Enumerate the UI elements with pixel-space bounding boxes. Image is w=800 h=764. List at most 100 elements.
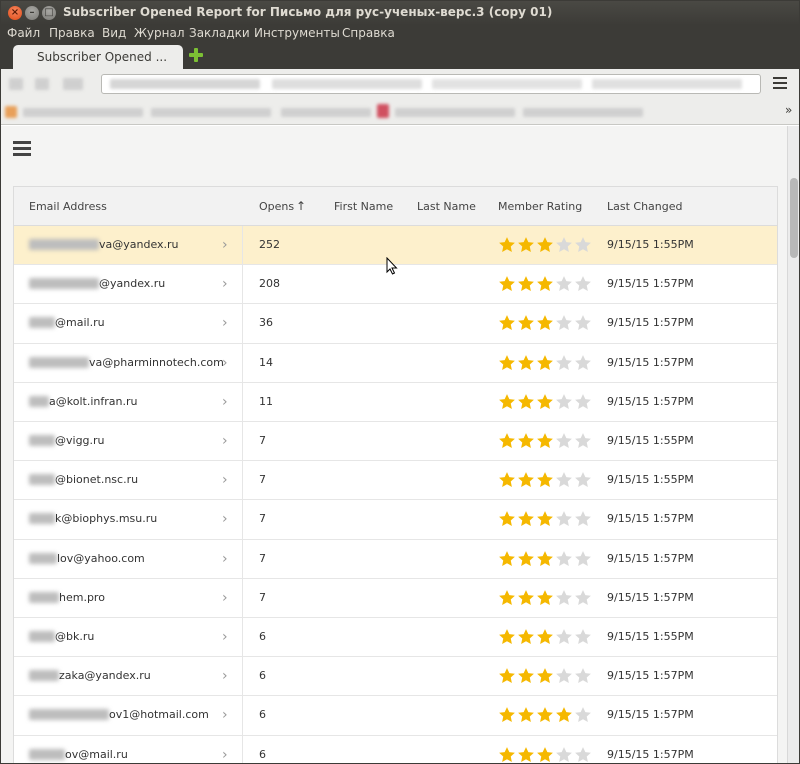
star-empty-icon: [556, 393, 572, 409]
email-cell[interactable]: ov@mail.ru ›: [14, 735, 243, 763]
chevron-right-icon[interactable]: ›: [222, 629, 228, 645]
email-cell[interactable]: @bionet.nsc.ru ›: [14, 461, 243, 500]
star-filled-icon: [499, 511, 515, 527]
header-first-name[interactable]: First Name: [334, 200, 393, 213]
star-filled-icon: [499, 472, 515, 488]
bookmark-item-blurred[interactable]: [395, 108, 515, 117]
search-field-blurred: [592, 79, 742, 89]
header-opens[interactable]: Opens: [259, 200, 294, 213]
chevron-right-icon[interactable]: ›: [222, 315, 228, 331]
menu-item-3[interactable]: Журнал: [134, 26, 185, 40]
maximize-window-button[interactable]: □: [42, 6, 56, 20]
table-row[interactable]: @bk.ru › 6 9/15/15 1:55PM: [14, 618, 777, 658]
email-cell[interactable]: lov@yahoo.com ›: [14, 539, 243, 578]
table-row[interactable]: @vigg.ru › 7 9/15/15 1:55PM: [14, 422, 777, 462]
bookmark-item-blurred[interactable]: [523, 108, 643, 117]
menu-item-1[interactable]: Правка: [49, 26, 95, 40]
back-icon[interactable]: [9, 78, 23, 90]
chevron-right-icon[interactable]: ›: [222, 590, 228, 606]
star-filled-icon: [499, 354, 515, 370]
table-row[interactable]: ov@mail.ru › 6 9/15/15 1:57PM: [14, 735, 777, 763]
email-cell[interactable]: va@yandex.ru ›: [14, 226, 243, 265]
app-menu-hamburger-icon[interactable]: [13, 141, 31, 157]
chevron-right-icon[interactable]: ›: [222, 355, 228, 371]
minimize-window-button[interactable]: –: [25, 6, 39, 20]
table-row[interactable]: a@kolt.infran.ru › 11 9/15/15 1:57PM: [14, 382, 777, 422]
email-redacted-blur: [29, 670, 59, 682]
email-cell[interactable]: hem.pro ›: [14, 578, 243, 617]
star-filled-icon: [518, 589, 534, 605]
email-cell[interactable]: zaka@yandex.ru ›: [14, 657, 243, 696]
table-row[interactable]: lov@yahoo.com › 7 9/15/15 1:57PM: [14, 539, 777, 579]
table-row[interactable]: va@pharminnotech.com › 14 9/15/15 1:57PM: [14, 343, 777, 383]
email-cell[interactable]: @mail.ru ›: [14, 304, 243, 343]
chevron-right-icon[interactable]: ›: [222, 668, 228, 684]
table-row[interactable]: k@biophys.msu.ru › 7 9/15/15 1:57PM: [14, 500, 777, 540]
email-cell[interactable]: ov1@hotmail.com ›: [14, 696, 243, 735]
url-text-blurred: [432, 79, 582, 89]
menu-item-4[interactable]: Закладки: [189, 26, 250, 40]
chevron-right-icon[interactable]: ›: [222, 511, 228, 527]
browser-menu-hamburger-icon[interactable]: [773, 77, 787, 89]
star-filled-icon: [518, 393, 534, 409]
chevron-right-icon[interactable]: ›: [222, 707, 228, 723]
chevron-right-icon[interactable]: ›: [222, 237, 228, 253]
email-address: ov@mail.ru: [65, 747, 128, 761]
chevron-right-icon[interactable]: ›: [222, 276, 228, 292]
header-member-rating[interactable]: Member Rating: [498, 200, 582, 213]
bookmark-favicon[interactable]: [5, 106, 17, 118]
table-row[interactable]: @mail.ru › 36 9/15/15 1:57PM: [14, 304, 777, 344]
header-last-name[interactable]: Last Name: [417, 200, 476, 213]
star-empty-icon: [556, 433, 572, 448]
email-cell[interactable]: @bk.ru ›: [14, 618, 243, 657]
chevron-right-icon[interactable]: ›: [222, 394, 228, 410]
menu-item-2[interactable]: Вид: [102, 26, 126, 40]
email-redacted-blur: [29, 317, 55, 329]
table-row[interactable]: @bionet.nsc.ru › 7 9/15/15 1:55PM: [14, 461, 777, 501]
url-bar[interactable]: [101, 74, 761, 94]
bookmark-favicon[interactable]: [377, 104, 389, 118]
table-row[interactable]: ov1@hotmail.com › 6 9/15/15 1:57PM: [14, 696, 777, 736]
menu-item-6[interactable]: Справка: [342, 26, 395, 40]
menu-item-0[interactable]: Файл: [7, 26, 40, 40]
bookmark-item-blurred[interactable]: [281, 108, 371, 117]
bookmark-item-blurred[interactable]: [23, 108, 143, 117]
bookmark-item-blurred[interactable]: [151, 108, 271, 117]
opens-count: 14: [259, 355, 273, 369]
email-cell[interactable]: va@pharminnotech.com ›: [14, 343, 243, 382]
bookmarks-overflow-chevron-icon[interactable]: »: [785, 103, 792, 117]
tab-subscriber-report[interactable]: Subscriber Opened ...: [13, 45, 183, 69]
star-filled-icon: [499, 668, 515, 684]
star-filled-icon: [537, 433, 553, 448]
chevron-right-icon[interactable]: ›: [222, 747, 228, 763]
chevron-right-icon[interactable]: ›: [222, 472, 228, 488]
last-changed-date: 9/15/15 1:57PM: [607, 551, 694, 565]
sort-up-arrow-icon[interactable]: ↑: [296, 199, 306, 213]
opens-count: 6: [259, 747, 266, 761]
new-tab-plus-icon[interactable]: [189, 48, 203, 62]
page-scrollbar[interactable]: [787, 126, 799, 763]
star-empty-icon: [575, 746, 591, 762]
reload-icon[interactable]: [63, 78, 83, 90]
star-filled-icon: [518, 237, 534, 252]
star-filled-icon: [518, 315, 534, 331]
chevron-right-icon[interactable]: ›: [222, 551, 228, 567]
last-changed-date: 9/15/15 1:55PM: [607, 630, 694, 643]
email-redacted-blur: [29, 709, 109, 721]
forward-icon[interactable]: [35, 78, 49, 90]
email-address: @bionet.nsc.ru: [55, 473, 139, 487]
email-cell[interactable]: a@kolt.infran.ru ›: [14, 382, 243, 421]
last-changed-date: 9/15/15 1:55PM: [607, 473, 694, 487]
chevron-right-icon[interactable]: ›: [222, 433, 228, 449]
email-cell[interactable]: k@biophys.msu.ru ›: [14, 500, 243, 539]
table-row[interactable]: zaka@yandex.ru › 6 9/15/15 1:57PM: [14, 657, 777, 697]
scrollbar-thumb[interactable]: [790, 178, 798, 258]
opens-count: 11: [259, 394, 273, 408]
header-email[interactable]: Email Address: [29, 200, 107, 213]
email-cell[interactable]: @vigg.ru ›: [14, 422, 243, 461]
menu-item-5[interactable]: Инструменты: [254, 26, 340, 40]
header-last-changed[interactable]: Last Changed: [607, 200, 683, 213]
table-row[interactable]: hem.pro › 7 9/15/15 1:57PM: [14, 578, 777, 618]
email-cell[interactable]: @yandex.ru ›: [14, 265, 243, 304]
close-window-button[interactable]: ×: [8, 6, 22, 20]
